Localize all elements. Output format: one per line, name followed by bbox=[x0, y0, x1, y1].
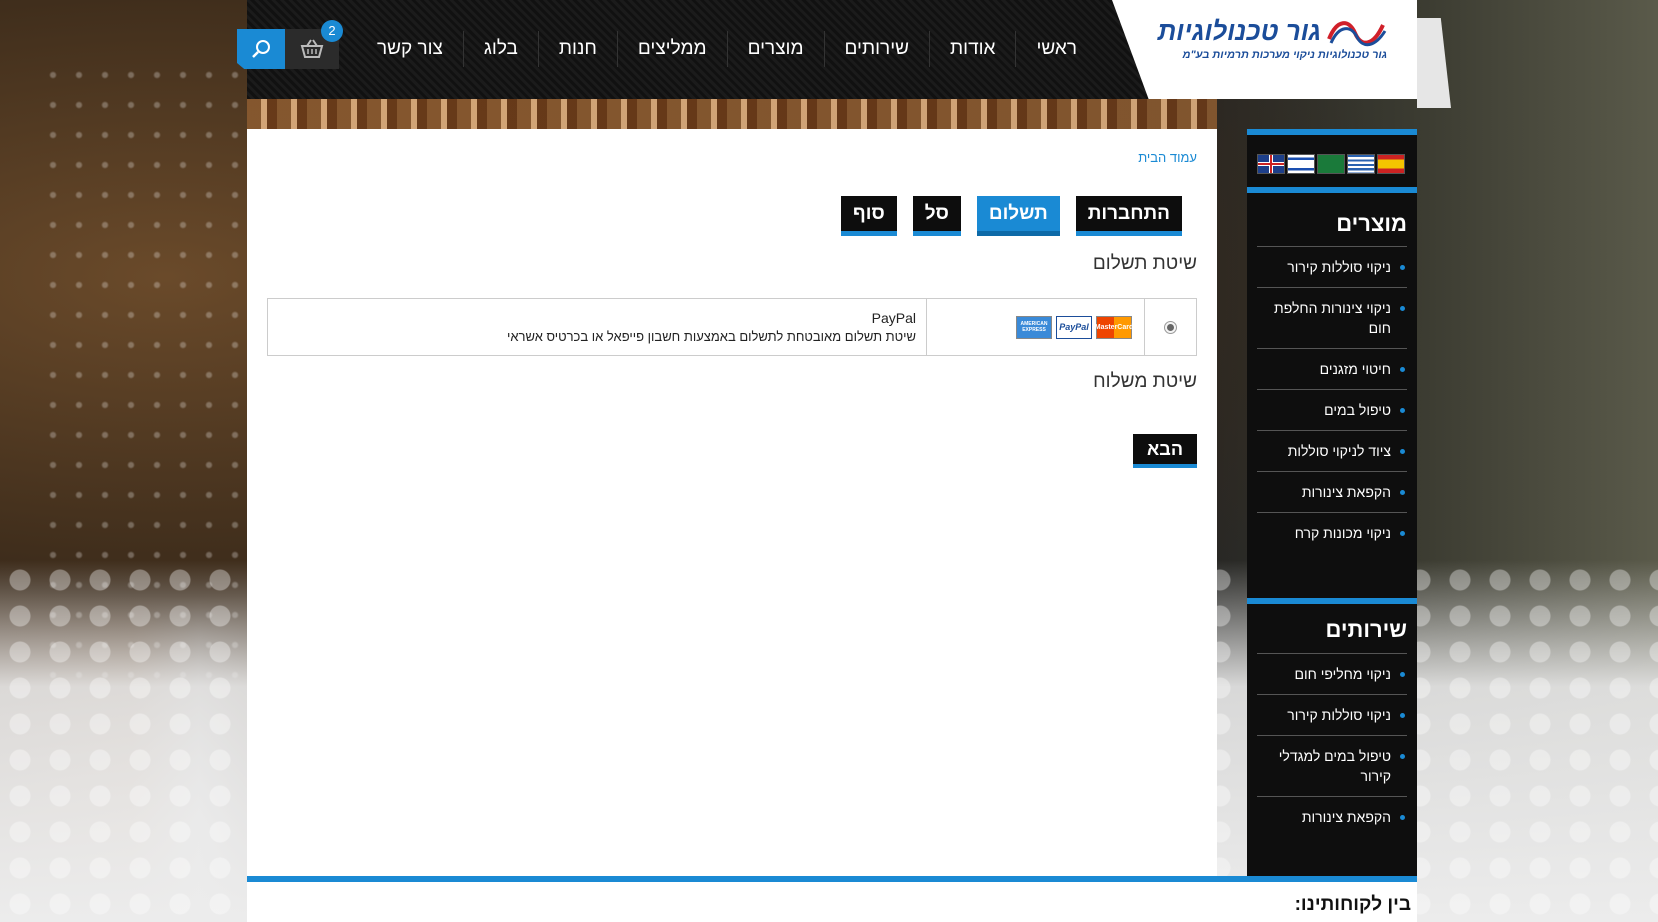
shipping-method-title: שיטת משלוח bbox=[1093, 371, 1197, 392]
sidebar-item-product[interactable]: טיפול במים bbox=[1257, 389, 1407, 430]
amex-icon: AMERICAN EXPRESS bbox=[1016, 315, 1052, 339]
sidebar-item-product[interactable]: ניקוי סוללות קירור bbox=[1257, 246, 1407, 287]
flag-uk-icon[interactable] bbox=[1257, 154, 1285, 174]
nav-item-about[interactable]: אודות bbox=[929, 31, 1015, 67]
footer: בין לקוחותינו: bbox=[247, 882, 1417, 922]
sidebar-item-service[interactable]: טיפול במים למגדלי קירור bbox=[1257, 735, 1407, 796]
services-title: שירותים bbox=[1325, 617, 1407, 642]
breadcrumb[interactable]: עמוד הבית bbox=[1138, 150, 1197, 165]
services-list: ניקוי מחליפי חום ניקוי סוללות קירור טיפו… bbox=[1257, 653, 1407, 837]
search-icon bbox=[252, 40, 270, 58]
clients-title: בין לקוחותינו: bbox=[1294, 894, 1411, 915]
basket-icon bbox=[300, 39, 324, 58]
step-login[interactable]: התחברות bbox=[1075, 196, 1182, 236]
flag-sa-icon[interactable] bbox=[1317, 154, 1345, 174]
payment-method-name: PayPal bbox=[871, 310, 916, 326]
checkout-steps: התחברות תשלום סל סוף bbox=[840, 196, 1182, 236]
payment-radio-cell bbox=[1144, 299, 1196, 355]
logo-subtitle: גור טכנולוגיות ניקוי מערכות תרמיות בע"מ bbox=[1182, 49, 1387, 61]
flag-il-icon[interactable] bbox=[1287, 154, 1315, 174]
logo-panel: גור טכנולוגיות גור טכנולוגיות ניקוי מערכ… bbox=[1112, 0, 1417, 99]
logo-title: גור טכנולוגיות bbox=[1157, 16, 1321, 46]
sidebar-divider bbox=[1247, 187, 1417, 193]
sidebar: מוצרים ניקוי סוללות קירור ניקוי צינורות … bbox=[1247, 129, 1417, 876]
sidebar-item-service[interactable]: ניקוי סוללות קירור bbox=[1257, 694, 1407, 735]
next-button[interactable]: הבא bbox=[1133, 434, 1197, 468]
sidebar-divider bbox=[1247, 598, 1417, 604]
search-button[interactable] bbox=[237, 29, 285, 69]
nav-item-blog[interactable]: בלוג bbox=[462, 31, 538, 67]
paypal-radio[interactable] bbox=[1164, 320, 1177, 334]
language-flags bbox=[1257, 154, 1405, 174]
products-title: מוצרים bbox=[1336, 211, 1407, 236]
sidebar-item-product[interactable]: ציוד לניקוי סוללות bbox=[1257, 430, 1407, 471]
logo-fold bbox=[1417, 18, 1451, 108]
site-logo[interactable]: גור טכנולוגיות גור טכנולוגיות ניקוי מערכ… bbox=[1157, 16, 1387, 76]
header-banner bbox=[247, 99, 1217, 129]
mastercard-icon: MasterCard bbox=[1095, 315, 1133, 339]
nav-item-services[interactable]: שירותים bbox=[823, 31, 929, 67]
flag-gr-icon[interactable] bbox=[1347, 154, 1375, 174]
step-finish[interactable]: סוף bbox=[840, 196, 897, 236]
nav-item-shop[interactable]: חנות bbox=[537, 31, 617, 67]
flag-es-icon[interactable] bbox=[1377, 154, 1405, 174]
nav-item-home[interactable]: ראשי bbox=[1015, 31, 1097, 67]
sidebar-item-product[interactable]: חיטוי מזגנים bbox=[1257, 348, 1407, 389]
step-cart[interactable]: סל bbox=[912, 196, 961, 236]
sidebar-item-product[interactable]: ניקוי צינורות החלפת חום bbox=[1257, 287, 1407, 348]
checkout-panel: עמוד הבית התחברות תשלום סל סוף שיטת תשלו… bbox=[247, 129, 1217, 876]
card-logos: MasterCard PayPal AMERICAN EXPRESS bbox=[926, 299, 1144, 355]
cart-count-badge: 2 bbox=[321, 20, 343, 42]
sidebar-item-service[interactable]: ניקוי מחליפי חום bbox=[1257, 653, 1407, 694]
paypal-icon: PayPal bbox=[1056, 315, 1092, 339]
step-payment[interactable]: תשלום bbox=[976, 196, 1060, 236]
nav-item-contact[interactable]: צור קשר bbox=[357, 31, 463, 67]
products-list: ניקוי סוללות קירור ניקוי צינורות החלפת ח… bbox=[1257, 246, 1407, 553]
logo-waves-icon bbox=[1327, 20, 1387, 46]
nav-item-recommend[interactable]: ממליצים bbox=[616, 31, 727, 67]
payment-method-row: MasterCard PayPal AMERICAN EXPRESS PayPa… bbox=[267, 298, 1197, 356]
payment-method-desc: שיטת תשלום מאובטחת לתשלום באמצעות חשבון … bbox=[506, 329, 916, 344]
payment-description: PayPal שיטת תשלום מאובטחת לתשלום באמצעות… bbox=[268, 299, 926, 355]
sidebar-item-service[interactable]: הקפאת צינורות bbox=[1257, 796, 1407, 837]
sidebar-item-product[interactable]: הקפאת צינורות bbox=[1257, 471, 1407, 512]
sidebar-item-product[interactable]: ניקוי מכונות קרח bbox=[1257, 512, 1407, 553]
payment-method-title: שיטת תשלום bbox=[1092, 253, 1197, 274]
nav-item-products[interactable]: מוצרים bbox=[726, 31, 824, 67]
main-nav: ראשי אודות שירותים מוצרים ממליצים חנות ב… bbox=[357, 30, 1097, 68]
site-header: גור טכנולוגיות גור טכנולוגיות ניקוי מערכ… bbox=[237, 0, 1417, 99]
